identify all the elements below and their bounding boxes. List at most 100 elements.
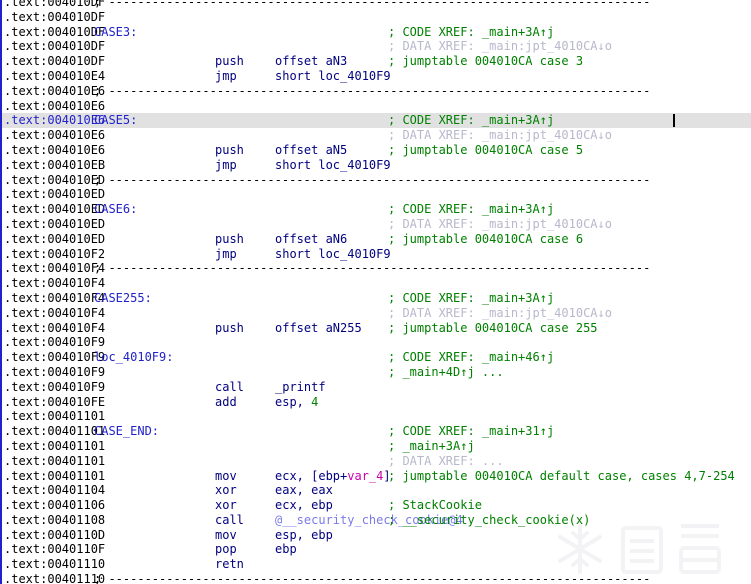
instruction-mnemonic[interactable]: push: [215, 143, 244, 158]
line-comment[interactable]: ; jumptable 004010CA default case, cases…: [388, 469, 735, 484]
code-line[interactable]: .text:00401104 xor eax, eax: [0, 483, 751, 498]
line-comment[interactable]: ; CODE XREF: _main+31↑j: [388, 424, 554, 439]
instruction-mnemonic[interactable]: jmp: [215, 247, 237, 262]
code-line[interactable]: .text:004010DF; ------------------------…: [0, 0, 751, 10]
code-line[interactable]: .text:00401101: [0, 409, 751, 424]
instruction-mnemonic[interactable]: pop: [215, 542, 237, 557]
code-line[interactable]: .text:004010F4 push offset aN255 ; jumptabl…: [0, 321, 751, 336]
code-label[interactable]: CASE6:: [94, 202, 137, 217]
code-line[interactable]: .text:004010DF push offset aN3 ; jumptable …: [0, 54, 751, 69]
code-line[interactable]: .text:0040110D mov esp, ebp: [0, 528, 751, 543]
instruction-mnemonic[interactable]: add: [215, 395, 237, 410]
line-comment[interactable]: ; CODE XREF: _main+3A↑j: [388, 202, 554, 217]
data-xref-comment[interactable]: ; DATA XREF: _main:jpt_4010CA↓o: [388, 39, 612, 54]
instruction-operands[interactable]: eax, eax: [275, 483, 333, 498]
code-line[interactable]: .text:004010E6 ; DATA XREF: _main:jpt_401…: [0, 128, 751, 143]
instruction-mnemonic[interactable]: retn: [215, 557, 244, 572]
line-comment[interactable]: ; _main+4D↑j ...: [388, 365, 504, 380]
instruction-operands[interactable]: offset aN3: [275, 54, 347, 69]
data-xref-comment[interactable]: ; DATA XREF: _main:jpt_4010CA↓o: [388, 306, 612, 321]
code-line[interactable]: .text:004010ED push offset aN6 ; jumptable …: [0, 232, 751, 247]
instruction-mnemonic[interactable]: call: [215, 380, 244, 395]
line-comment[interactable]: ; CODE XREF: _main+46↑j: [388, 350, 554, 365]
code-line[interactable]: .text:004010DF ; DATA XREF: _main:jpt_401…: [0, 39, 751, 54]
instruction-operands[interactable]: short loc_4010F9: [275, 69, 391, 84]
line-comment[interactable]: ; CODE XREF: _main+3A↑j: [388, 113, 554, 128]
code-line[interactable]: .text:004010ED; ------------------------…: [0, 173, 751, 188]
instruction-mnemonic[interactable]: call: [215, 513, 244, 528]
line-comment[interactable]: ; CODE XREF: _main+3A↑j: [388, 291, 554, 306]
code-label[interactable]: CASE255:: [94, 291, 152, 306]
code-line[interactable]: .text:004010ED CASE6: ; CODE XREF: _main+3…: [0, 202, 751, 217]
stack-variable[interactable]: var_4: [347, 469, 383, 483]
code-line[interactable]: .text:004010F4 CASE255: ; CODE XREF: _main…: [0, 291, 751, 306]
line-comment[interactable]: ; StackCookie: [388, 498, 482, 513]
line-comment[interactable]: ; __security_check_cookie(x): [388, 513, 590, 528]
instruction-operands[interactable]: short loc_4010F9: [275, 158, 391, 173]
data-xref-comment[interactable]: ; DATA XREF: ...: [388, 454, 504, 469]
code-line[interactable]: .text:004010E6 push offset aN5 ; jumptable …: [0, 143, 751, 158]
instruction-mnemonic[interactable]: xor: [215, 483, 237, 498]
instruction-mnemonic[interactable]: jmp: [215, 69, 237, 84]
code-line[interactable]: .text:00401101 ; _main+3A↑j: [0, 439, 751, 454]
code-line[interactable]: .text:00401101 ; DATA XREF: ...: [0, 454, 751, 469]
instruction-operands[interactable]: short loc_4010F9: [275, 247, 391, 262]
code-line[interactable]: .text:004010E4 jmp short loc_4010F9: [0, 69, 751, 84]
code-line[interactable]: .text:004010DF: [0, 10, 751, 25]
instruction-mnemonic[interactable]: push: [215, 232, 244, 247]
code-line[interactable]: .text:004010ED: [0, 187, 751, 202]
code-line[interactable]: .text:004010E6 CASE5: ; CODE XREF: _main+3…: [0, 113, 751, 129]
code-line[interactable]: .text:00401101 mov ecx, [ebp+var_4]; jumpt…: [0, 469, 751, 484]
code-line[interactable]: .text:004010FE add esp, 4: [0, 395, 751, 410]
code-line[interactable]: .text:004010DF CASE3: ; CODE XREF: _main+3…: [0, 25, 751, 40]
data-xref-comment[interactable]: ; DATA XREF: _main:jpt_4010CA↓o: [388, 217, 612, 232]
instruction-mnemonic[interactable]: push: [215, 321, 244, 336]
instruction-operands[interactable]: offset aN6: [275, 232, 347, 247]
data-xref-comment[interactable]: ; DATA XREF: _main:jpt_4010CA↓o: [388, 128, 612, 143]
disassembly-view[interactable]: .text:004010DF; ------------------------…: [0, 0, 751, 584]
code-line[interactable]: .text:004010F2 jmp short loc_4010F9: [0, 247, 751, 262]
code-label[interactable]: CASE5:: [94, 113, 137, 128]
code-line[interactable]: .text:004010F9 ; _main+4D↑j ...: [0, 365, 751, 380]
instruction-operands[interactable]: esp, 4: [275, 395, 318, 410]
code-line[interactable]: .text:00401110; ------------------------…: [0, 572, 751, 584]
instruction-mnemonic[interactable]: xor: [215, 498, 237, 513]
instruction-operands[interactable]: offset aN5: [275, 143, 347, 158]
code-line[interactable]: .text:00401108 call @__security_check_cook…: [0, 513, 751, 528]
line-comment[interactable]: ; jumptable 004010CA case 255: [388, 321, 598, 336]
instruction-mnemonic[interactable]: push: [215, 54, 244, 69]
instruction-operands[interactable]: offset aN255: [275, 321, 362, 336]
code-line[interactable]: .text:004010EB jmp short loc_4010F9: [0, 158, 751, 173]
line-comment[interactable]: ; jumptable 004010CA case 5: [388, 143, 583, 158]
code-line[interactable]: .text:004010F9 call _printf: [0, 380, 751, 395]
code-label[interactable]: loc_4010F9:: [94, 350, 173, 365]
code-line-list[interactable]: .text:004010DF; ------------------------…: [0, 0, 751, 584]
line-comment[interactable]: ; jumptable 004010CA case 3: [388, 54, 583, 69]
code-line[interactable]: .text:004010ED ; DATA XREF: _main:jpt_401…: [0, 217, 751, 232]
numeric-operand[interactable]: 4: [311, 395, 318, 409]
instruction-operands[interactable]: esp, ebp: [275, 528, 333, 543]
code-line[interactable]: .text:004010F9 loc_4010F9: ; CODE XREF: _m…: [0, 350, 751, 365]
code-line[interactable]: .text:0040110F pop ebp: [0, 542, 751, 557]
code-label[interactable]: CASE_END:: [94, 424, 159, 439]
code-line[interactable]: .text:004010F9: [0, 335, 751, 350]
code-line[interactable]: .text:004010F4; ------------------------…: [0, 261, 751, 276]
instruction-operands[interactable]: _printf: [275, 380, 326, 395]
line-comment[interactable]: ; CODE XREF: _main+3A↑j: [388, 25, 554, 40]
code-line[interactable]: .text:00401106 xor ecx, ebp ; StackCookie: [0, 498, 751, 513]
code-line[interactable]: .text:004010F4 ; DATA XREF: _main:jpt_401…: [0, 306, 751, 321]
instruction-operands[interactable]: ecx, ebp: [275, 498, 333, 513]
instruction-mnemonic[interactable]: jmp: [215, 158, 237, 173]
line-comment[interactable]: ; _main+3A↑j: [388, 439, 475, 454]
code-line[interactable]: .text:004010F4: [0, 276, 751, 291]
line-comment[interactable]: ; jumptable 004010CA case 6: [388, 232, 583, 247]
instruction-mnemonic[interactable]: mov: [215, 528, 237, 543]
code-line[interactable]: .text:00401110 retn: [0, 557, 751, 572]
instruction-mnemonic[interactable]: mov: [215, 469, 237, 484]
code-line[interactable]: .text:004010E6; ------------------------…: [0, 84, 751, 99]
instruction-operands[interactable]: ecx, [ebp+var_4]: [275, 469, 391, 484]
code-line[interactable]: .text:004010E6: [0, 99, 751, 114]
instruction-operands[interactable]: ebp: [275, 542, 297, 557]
code-line[interactable]: .text:00401101 CASE_END: ; CODE XREF: _mai…: [0, 424, 751, 439]
code-label[interactable]: CASE3:: [94, 25, 137, 40]
